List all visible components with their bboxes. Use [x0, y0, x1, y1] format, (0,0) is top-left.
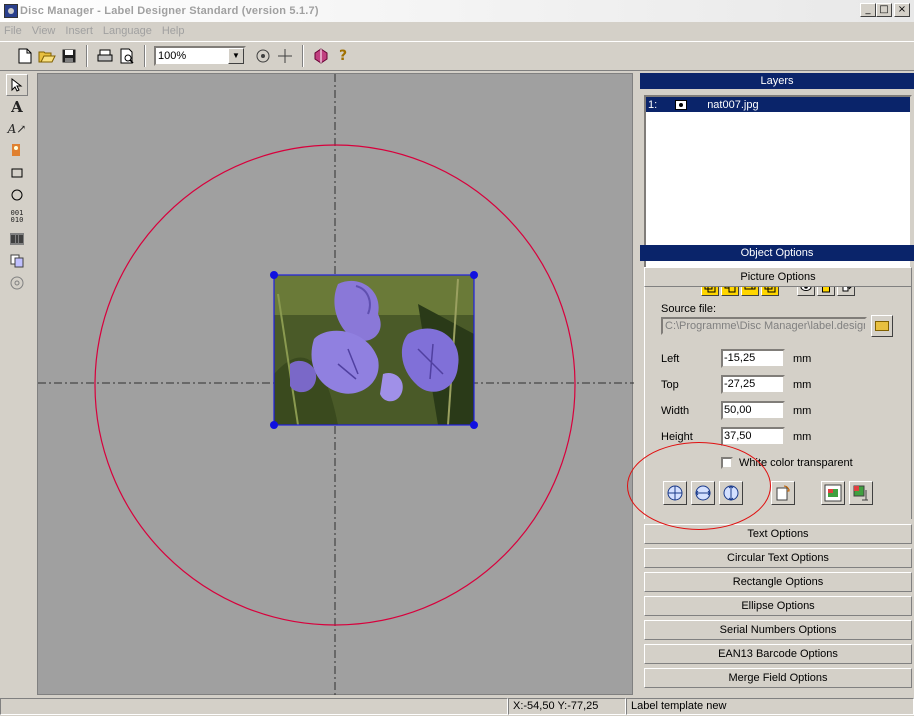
serial-numbers-options-button[interactable]: Serial Numbers Options — [644, 620, 912, 640]
toolbar-separator — [302, 45, 304, 67]
app-icon — [4, 4, 18, 18]
layer-index: 1: — [648, 98, 658, 111]
disc-icon[interactable] — [310, 45, 332, 67]
selected-picture[interactable] — [270, 271, 478, 429]
top-unit: mm — [793, 379, 812, 391]
zoom-select[interactable]: 100% ▼ — [154, 46, 246, 66]
save-icon[interactable] — [58, 45, 80, 67]
center-vertical-icon[interactable] — [719, 481, 743, 505]
menu-insert[interactable]: Insert — [65, 25, 93, 37]
pointer-tool-icon[interactable] — [6, 74, 28, 96]
new-icon[interactable] — [14, 45, 36, 67]
help-icon[interactable]: ? — [332, 45, 354, 67]
object-options-header: Object Options — [640, 245, 914, 261]
picture-tool-icon[interactable] — [6, 140, 28, 162]
menu-file[interactable]: File — [4, 25, 22, 37]
center-icon[interactable] — [252, 45, 274, 67]
status-empty-cell — [0, 698, 508, 715]
window-controls: _ □ × — [860, 3, 910, 17]
print-icon[interactable] — [94, 45, 116, 67]
top-label: Top — [661, 379, 679, 391]
left-label: Left — [661, 353, 680, 365]
circular-text-tool-icon[interactable]: A↗ — [6, 118, 28, 140]
main-toolbar: 100% ▼ ? — [0, 41, 914, 71]
status-message: Label template new — [626, 698, 914, 715]
title-bar: Disc Manager - Label Designer Standard (… — [0, 0, 914, 22]
design-canvas[interactable] — [37, 73, 634, 696]
tool-palette: A A↗ 001 010 — [4, 74, 30, 694]
stretch-picture-icon[interactable] — [849, 481, 873, 505]
fit-picture-icon[interactable] — [821, 481, 845, 505]
toolbar-separator — [86, 45, 88, 67]
center-both-icon[interactable] — [663, 481, 687, 505]
white-transparent-checkbox[interactable] — [721, 457, 733, 469]
left-field[interactable]: -15,25 — [721, 349, 785, 368]
close-button[interactable]: × — [894, 3, 910, 17]
left-unit: mm — [793, 353, 812, 365]
print-preview-icon[interactable] — [116, 45, 138, 67]
rectangle-tool-icon[interactable] — [6, 162, 28, 184]
zoom-value: 100% — [158, 50, 187, 62]
crosshair-icon[interactable] — [274, 45, 296, 67]
eye-icon[interactable] — [675, 99, 688, 110]
width-label: Width — [661, 405, 690, 417]
disc-tool-icon[interactable] — [6, 272, 28, 294]
layers-header: Layers — [640, 73, 914, 89]
object-options-panel: Object Options — [640, 245, 914, 261]
menu-bar: File View Insert Language Help — [0, 22, 914, 40]
picture-options-panel: Source file: C:\Programme\Disc Manager\l… — [644, 287, 912, 519]
source-file-label: Source file: — [661, 303, 717, 315]
merge-field-tool-icon[interactable] — [6, 250, 28, 272]
chevron-down-icon[interactable]: ▼ — [228, 48, 244, 64]
app-window: Disc Manager - Label Designer Standard (… — [0, 0, 914, 716]
merge-field-options-button[interactable]: Merge Field Options — [644, 668, 912, 688]
status-coordinates: X:-54,50 Y:-77,25 — [508, 698, 626, 715]
right-panel: Layers 1: nat007.jpg Object Options Pict… — [640, 73, 914, 695]
toolbar-separator — [144, 45, 146, 67]
center-horizontal-icon[interactable] — [691, 481, 715, 505]
browse-folder-button[interactable] — [871, 315, 893, 337]
resize-handle[interactable] — [470, 421, 478, 429]
layer-row[interactable]: 1: nat007.jpg — [646, 97, 910, 112]
status-bar: X:-54,50 Y:-77,25 Label template new — [0, 698, 914, 716]
minimize-button[interactable]: _ — [860, 3, 876, 17]
source-file-field[interactable]: C:\Programme\Disc Manager\label.design — [661, 317, 867, 335]
picture-options-button[interactable]: Picture Options — [644, 267, 912, 287]
menu-help[interactable]: Help — [162, 25, 185, 37]
menu-view[interactable]: View — [32, 25, 56, 37]
resize-handle[interactable] — [270, 421, 278, 429]
rotate-picture-icon[interactable] — [771, 481, 795, 505]
open-icon[interactable] — [36, 45, 58, 67]
ellipse-tool-icon[interactable] — [6, 184, 28, 206]
white-transparent-label: White color transparent — [739, 457, 853, 469]
height-field[interactable]: 37,50 — [721, 427, 785, 446]
maximize-button[interactable]: □ — [876, 3, 892, 17]
ean13-barcode-options-button[interactable]: EAN13 Barcode Options — [644, 644, 912, 664]
barcode-tool-icon[interactable] — [6, 228, 28, 250]
circular-text-options-button[interactable]: Circular Text Options — [644, 548, 912, 568]
resize-handle[interactable] — [470, 271, 478, 279]
top-field[interactable]: -27,25 — [721, 375, 785, 394]
height-label: Height — [661, 431, 693, 443]
ellipse-options-button[interactable]: Ellipse Options — [644, 596, 912, 616]
folder-icon — [875, 321, 889, 331]
width-field[interactable]: 50,00 — [721, 401, 785, 420]
text-options-button[interactable]: Text Options — [644, 524, 912, 544]
width-unit: mm — [793, 405, 812, 417]
text-tool-icon[interactable]: A — [6, 96, 28, 118]
canvas-drawing — [38, 74, 634, 696]
rectangle-options-button[interactable]: Rectangle Options — [644, 572, 912, 592]
menu-language[interactable]: Language — [103, 25, 152, 37]
height-unit: mm — [793, 431, 812, 443]
serial-number-tool-icon[interactable]: 001 010 — [6, 206, 28, 228]
resize-handle[interactable] — [270, 271, 278, 279]
window-title: Disc Manager - Label Designer Standard (… — [20, 5, 319, 17]
layer-name: nat007.jpg — [707, 98, 759, 111]
